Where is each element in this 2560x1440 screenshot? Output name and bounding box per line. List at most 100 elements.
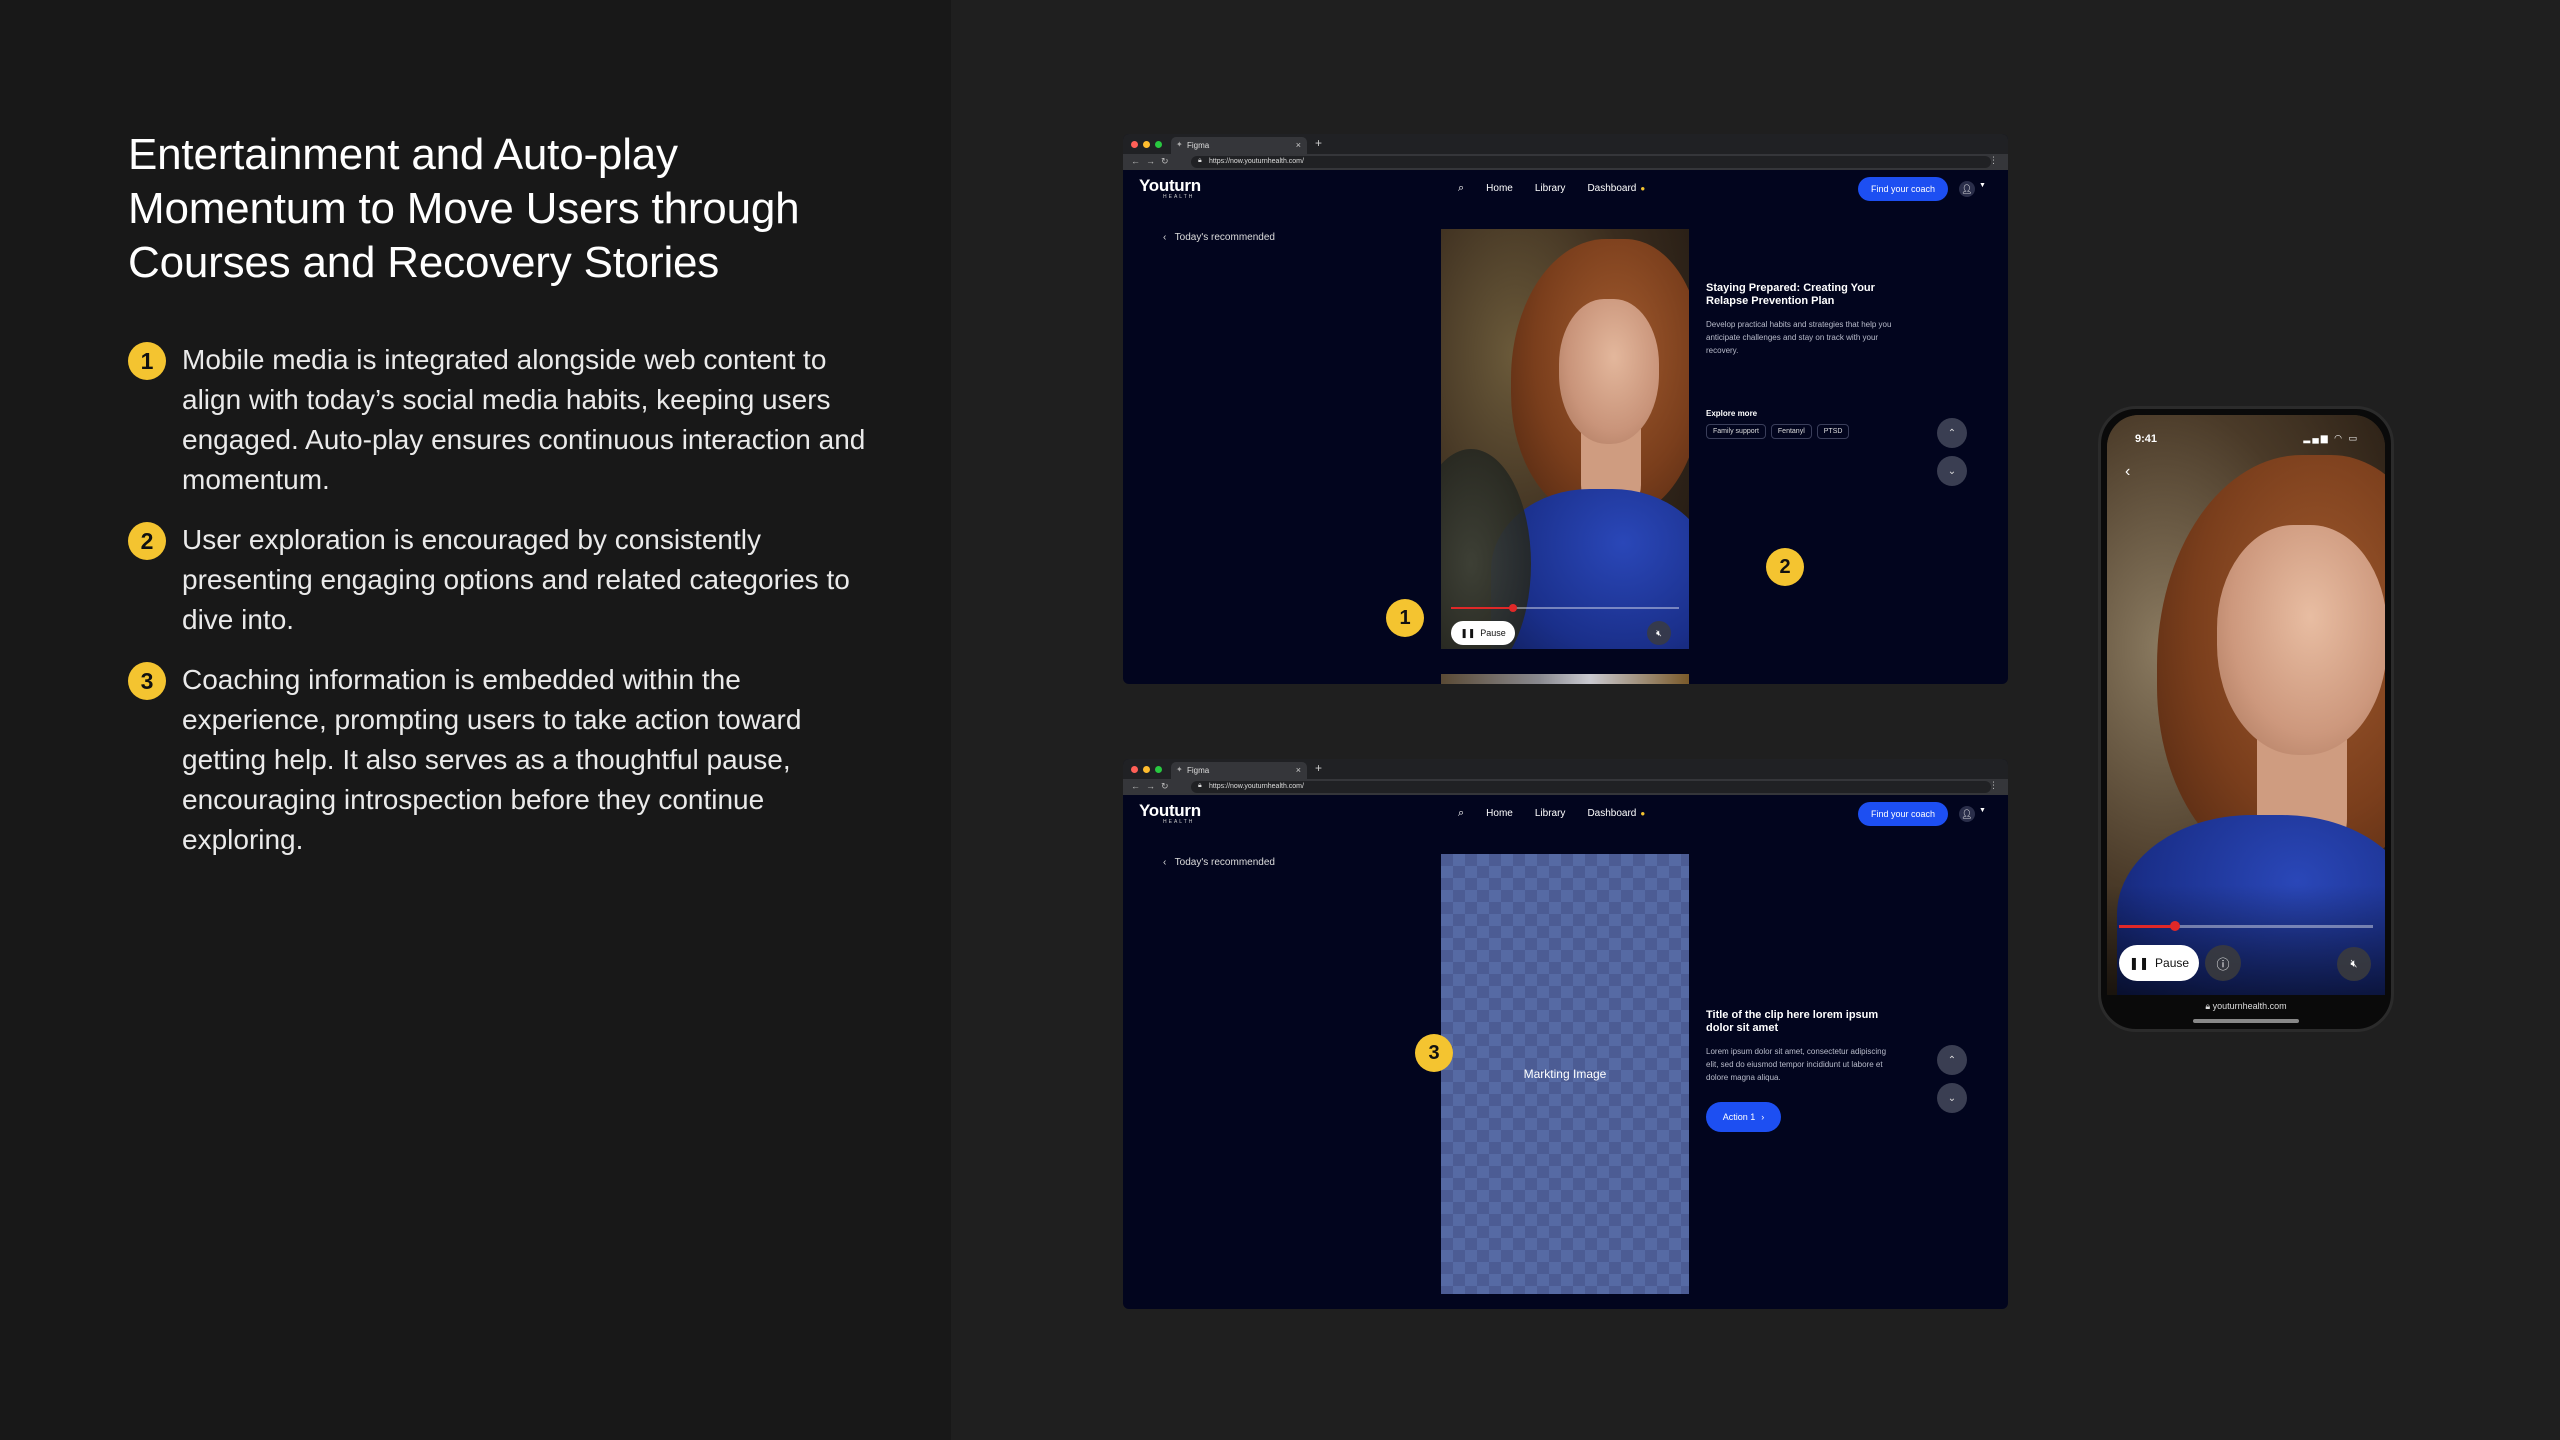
info-icon[interactable]: ⓘ (2205, 945, 2241, 981)
close-tab-icon[interactable]: × (1296, 765, 1301, 775)
coaching-info: Title of the clip here lorem ipsum dolor… (1706, 1009, 1896, 1132)
youturn-logo[interactable]: Youturn HEALTH (1139, 801, 1201, 825)
video-progress-bar[interactable] (1451, 604, 1679, 612)
nav-library[interactable]: Library (1535, 183, 1566, 194)
video-progress-handle[interactable] (1508, 604, 1517, 612)
clip-navigation: ⌃ ⌄ (1937, 418, 1967, 486)
browser-nav-icons[interactable]: ←→↻ (1131, 781, 1175, 792)
next-video-preview[interactable] (1441, 674, 1689, 684)
url-text: https://now.youturnhealth.com/ (1209, 158, 1304, 165)
mobile-figure-face (2217, 525, 2385, 755)
close-tab-icon[interactable]: × (1296, 140, 1301, 150)
window-controls (1131, 141, 1162, 148)
chip-ptsd[interactable]: PTSD (1816, 424, 1850, 439)
close-window-dot[interactable] (1131, 141, 1138, 148)
video-player[interactable]: ❚❚ Pause 🔇︎ (1441, 229, 1689, 649)
pause-button[interactable]: ❚❚ Pause (1451, 621, 1515, 645)
lock-icon: 🔒︎ (1198, 157, 1202, 164)
video-figure-face (1559, 299, 1659, 444)
browser-nav-icons[interactable]: ←→↻ (1131, 156, 1175, 167)
browser-window-video: ✦ Figma × + ←→↻ 🔒︎ https://now.youturnhe… (1123, 134, 2008, 684)
mobile-video-player[interactable]: 9:41 ▂▄▆ ◠ ▭ ‹ ❚❚ Pause ⓘ 🔇︎ (2107, 415, 2385, 995)
nav-dashboard[interactable]: Dashboard ● (1587, 183, 1645, 194)
description-panel: Entertainment and Auto-play Momentum to … (0, 0, 951, 1440)
action-label: Action 1 (1722, 1112, 1756, 1122)
number-badge-2: 2 (128, 522, 166, 560)
search-icon[interactable]: ⌕ (1458, 807, 1464, 820)
clip-navigation: ⌃ ⌄ (1937, 1045, 1967, 1113)
mobile-device: 9:41 ▂▄▆ ◠ ▭ ‹ ❚❚ Pause ⓘ 🔇︎ 🔒︎ youturnhe… (2098, 406, 2394, 1032)
search-icon[interactable]: ⌕ (1458, 182, 1464, 195)
next-clip-button[interactable]: ⌄ (1937, 1083, 1967, 1113)
lock-icon: 🔒︎ (1198, 782, 1202, 789)
new-tab-icon[interactable]: + (1315, 136, 1322, 150)
home-indicator[interactable] (2193, 1019, 2299, 1023)
youturn-logo[interactable]: Youturn HEALTH (1139, 176, 1201, 200)
site-header: Youturn HEALTH ⌕ Home Library Dashboard ●… (1123, 170, 2008, 210)
main-nav: ⌕ Home Library Dashboard ● (1458, 807, 1645, 820)
back-link[interactable]: ‹ Today's recommended (1163, 857, 1275, 868)
clip-description: Develop practical habits and strategies … (1706, 320, 1892, 355)
chevron-down-icon: ⌄ (1947, 1092, 1957, 1104)
pause-label: Pause (1480, 628, 1506, 638)
browser-menu-icon[interactable]: ⋮ (1989, 155, 1998, 166)
address-bar[interactable]: 🔒︎ https://now.youturnhealth.com/ (1191, 781, 1991, 793)
previous-clip-button[interactable]: ⌃ (1937, 418, 1967, 448)
browser-tab-bar: ✦ Figma × + (1123, 134, 2008, 154)
minimize-window-dot[interactable] (1143, 766, 1150, 773)
minimize-window-dot[interactable] (1143, 141, 1150, 148)
browser-tab[interactable]: ✦ Figma × (1171, 137, 1307, 154)
tab-title: Figma (1187, 141, 1210, 150)
chevron-up-icon: ⌃ (1947, 427, 1957, 439)
maximize-window-dot[interactable] (1155, 766, 1162, 773)
maximize-window-dot[interactable] (1155, 141, 1162, 148)
point-text-3: Coaching information is embedded within … (182, 664, 802, 855)
previous-clip-button[interactable]: ⌃ (1937, 1045, 1967, 1075)
explore-label: Explore more (1706, 409, 1758, 418)
chip-fentanyl[interactable]: Fentanyl (1770, 424, 1812, 439)
mobile-progress-handle[interactable] (2169, 921, 2180, 931)
back-link[interactable]: ‹ Today's recommended (1163, 232, 1275, 243)
mobile-progress-fill (2119, 925, 2175, 928)
next-clip-button[interactable]: ⌄ (1937, 456, 1967, 486)
browser-tab[interactable]: ✦ Figma × (1171, 762, 1307, 779)
notification-dot-icon: ● (1640, 184, 1646, 193)
nav-home[interactable]: Home (1486, 183, 1513, 194)
coaching-description: Lorem ipsum dolor sit amet, consectetur … (1706, 1047, 1887, 1082)
chevron-down-icon: ⌄ (1947, 465, 1957, 477)
marketing-image-placeholder[interactable]: Markting Image (1441, 854, 1689, 1294)
find-coach-button[interactable]: Find your coach (1858, 802, 1948, 826)
back-arrow-icon[interactable]: ‹ (2125, 463, 2130, 481)
user-avatar-icon[interactable]: 👤︎ (1959, 806, 1975, 822)
browser-window-coaching: ✦ Figma × + ←→↻ 🔒︎ https://now.youturnhe… (1123, 759, 2008, 1309)
browser-menu-icon[interactable]: ⋮ (1989, 780, 1998, 791)
new-tab-icon[interactable]: + (1315, 761, 1322, 775)
chevron-down-icon[interactable]: ▼ (1979, 807, 1986, 814)
pause-icon: ❚❚ (1460, 627, 1476, 638)
chevron-up-icon: ⌃ (1947, 1054, 1957, 1066)
figma-icon: ✦ (1176, 140, 1183, 149)
callout-2: 2 (1766, 548, 1804, 586)
mobile-url-text: youturnhealth.com (2212, 1001, 2287, 1011)
action-button[interactable]: Action 1 › (1706, 1102, 1781, 1132)
nav-library[interactable]: Library (1535, 808, 1566, 819)
address-bar[interactable]: 🔒︎ https://now.youturnhealth.com/ (1191, 156, 1991, 168)
chevron-right-icon: › (1761, 1112, 1765, 1122)
coaching-title: Title of the clip here lorem ipsum dolor… (1706, 1009, 1879, 1034)
mute-icon[interactable]: 🔇︎ (1647, 621, 1671, 645)
points-list: 1 Mobile media is integrated alongside w… (128, 340, 888, 880)
point-item: 1 Mobile media is integrated alongside w… (128, 340, 888, 500)
mobile-pause-button[interactable]: ❚❚ Pause (2119, 945, 2199, 981)
user-avatar-icon[interactable]: 👤︎ (1959, 181, 1975, 197)
back-link-label: Today's recommended (1174, 857, 1275, 868)
nav-dashboard[interactable]: Dashboard ● (1587, 808, 1645, 819)
nav-home[interactable]: Home (1486, 808, 1513, 819)
chevron-down-icon[interactable]: ▼ (1979, 182, 1986, 189)
chip-family-support[interactable]: Family support (1706, 424, 1766, 439)
find-coach-button[interactable]: Find your coach (1858, 177, 1948, 201)
mute-icon[interactable]: 🔇︎ (2337, 947, 2371, 981)
mobile-progress-bar[interactable] (2119, 921, 2373, 931)
close-window-dot[interactable] (1131, 766, 1138, 773)
point-text-1: Mobile media is integrated alongside web… (182, 344, 866, 495)
back-link-label: Today's recommended (1174, 232, 1275, 243)
